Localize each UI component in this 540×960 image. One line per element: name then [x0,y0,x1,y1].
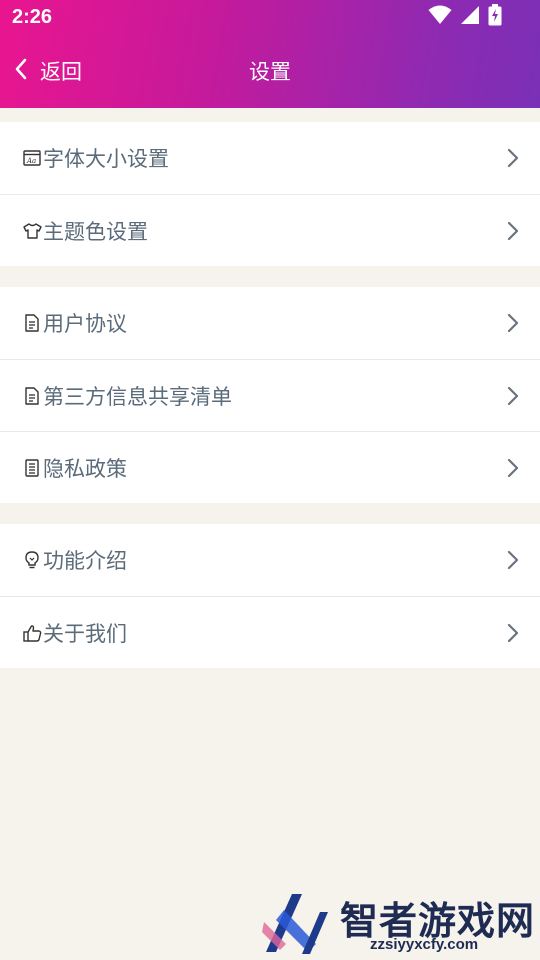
chevron-right-icon [507,313,519,333]
menu-item-privacy-policy[interactable]: 隐私政策 [0,431,540,503]
menu-item-label: 第三方信息共享清单 [43,384,232,409]
menu-item-label: 关于我们 [43,621,127,646]
menu-item-label: 字体大小设置 [43,147,169,171]
menu-item-theme-color[interactable]: 主题色设置 [0,194,540,266]
nav-bar: 返回 设置 [0,36,540,108]
svg-text:Aa: Aa [26,157,36,165]
battery-charging-icon [488,4,502,30]
wifi-icon [428,5,452,29]
menu-item-about-us[interactable]: 关于我们 [0,596,540,668]
menu-item-font-size[interactable]: Aa 字体大小设置 [0,122,540,194]
chevron-right-icon [507,550,519,570]
watermark-logo [262,894,328,954]
settings-group-about: 功能介绍 关于我们 [0,524,540,668]
signal-icon [460,5,480,29]
settings-group-display: Aa 字体大小设置 主题色设置 [0,122,540,266]
tshirt-icon [22,221,42,241]
chevron-right-icon [507,221,519,241]
thumbs-up-icon [22,623,42,643]
chevron-right-icon [507,386,519,406]
lightbulb-icon [22,550,42,570]
menu-item-label: 功能介绍 [43,549,127,573]
status-bar: 2:26 [0,0,540,36]
document-icon [22,386,42,406]
watermark: 智者游戏网 zzsiyyxcfy.com [262,890,540,960]
menu-item-user-agreement[interactable]: 用户协议 [0,287,540,359]
settings-group-legal: 用户协议 第三方信息共享清单 隐私政策 [0,287,540,503]
font-size-icon: Aa [22,148,42,168]
chevron-right-icon [507,623,519,643]
watermark-url: zzsiyyxcfy.com [370,936,479,953]
list-document-icon [22,458,42,478]
status-time: 2:26 [12,6,53,28]
menu-item-features[interactable]: 功能介绍 [0,524,540,596]
menu-item-label: 主题色设置 [43,219,148,244]
status-icons [428,4,502,30]
app-header: 2:26 返回 设置 [0,0,540,108]
document-icon [22,313,42,333]
page-title: 设置 [249,60,291,84]
menu-item-label: 用户协议 [43,312,127,336]
chevron-right-icon [507,458,519,478]
menu-item-label: 隐私政策 [43,456,127,481]
menu-item-third-party-sharing[interactable]: 第三方信息共享清单 [0,359,540,431]
chevron-right-icon [507,148,519,168]
